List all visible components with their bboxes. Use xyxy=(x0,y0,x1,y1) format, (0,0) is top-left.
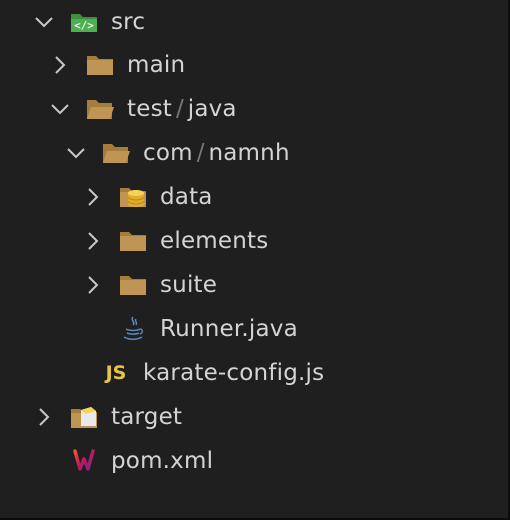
folder-open-icon xyxy=(101,140,131,166)
tree-item-label: main xyxy=(127,52,186,78)
java-icon xyxy=(118,316,148,342)
tree-item-test-java[interactable]: test / java xyxy=(0,87,508,131)
tree-item-label: src xyxy=(111,9,146,35)
database-folder-icon xyxy=(118,184,148,210)
path-separator: / xyxy=(175,96,184,122)
tree-item-sublabel: namnh xyxy=(208,140,290,166)
tree-item-label: target xyxy=(111,404,183,430)
folder-icon xyxy=(118,272,148,298)
tree-item-label: Runner.java xyxy=(160,316,298,342)
tree-item-label: data xyxy=(160,184,213,210)
tree-item-label: pom.xml xyxy=(111,448,214,474)
tree-item-label: elements xyxy=(160,228,269,254)
tree-item-label: com xyxy=(143,140,193,166)
tree-item-suite[interactable]: suite xyxy=(0,263,508,307)
tree-item-src[interactable]: </> src xyxy=(0,0,508,44)
tree-item-karate-config-js[interactable]: JS karate-config.js xyxy=(0,351,508,395)
svg-text:</>: </> xyxy=(74,19,94,32)
tree-item-label: suite xyxy=(160,272,218,298)
tree-item-label: test xyxy=(127,96,172,122)
tree-item-target[interactable]: target xyxy=(0,395,508,439)
tree-item-data[interactable]: data xyxy=(0,175,508,219)
folder-icon xyxy=(118,228,148,254)
tree-item-runner-java[interactable]: Runner.java xyxy=(0,307,508,351)
chevron-right-icon[interactable] xyxy=(82,186,104,208)
chevron-down-icon[interactable] xyxy=(33,11,55,33)
file-explorer-tree: </> src main test / java com / namnh dat… xyxy=(0,0,510,520)
chevron-down-icon[interactable] xyxy=(49,98,71,120)
chevron-right-icon[interactable] xyxy=(82,230,104,252)
chevron-right-icon[interactable] xyxy=(82,274,104,296)
tree-item-main[interactable]: main xyxy=(0,43,508,87)
js-icon: JS xyxy=(105,362,127,384)
tree-item-pom-xml[interactable]: pom.xml xyxy=(0,439,508,483)
chevron-right-icon[interactable] xyxy=(49,54,71,76)
folder-open-icon xyxy=(85,96,115,122)
chevron-down-icon[interactable] xyxy=(65,142,87,164)
tree-item-label: karate-config.js xyxy=(143,360,325,386)
folder-open-src-icon: </> xyxy=(69,9,99,35)
tree-item-sublabel: java xyxy=(187,96,237,122)
target-folder-icon xyxy=(69,404,99,430)
chevron-right-icon[interactable] xyxy=(33,406,55,428)
path-separator: / xyxy=(196,140,205,166)
tree-item-com-namnh[interactable]: com / namnh xyxy=(0,131,508,175)
folder-icon xyxy=(85,52,115,78)
tree-item-elements[interactable]: elements xyxy=(0,219,508,263)
maven-icon xyxy=(69,448,99,474)
